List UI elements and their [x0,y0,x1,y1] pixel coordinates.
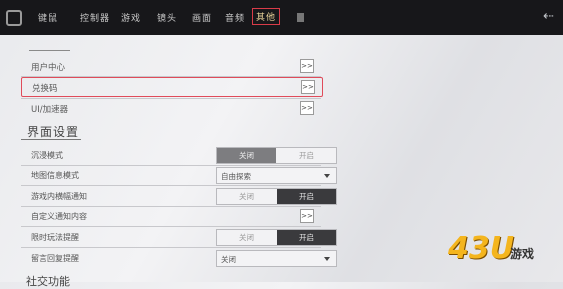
redeem-code-row[interactable]: 兑换码 >> [21,77,323,97]
tab-audio[interactable]: 音频 [225,11,245,24]
tab-game[interactable]: 游戏 [121,11,141,24]
map-info-mode-label: 地图信息模式 [31,171,79,180]
section-divider [29,50,70,51]
toggle-off-option[interactable]: 关闭 [217,189,276,204]
toggle-on-option[interactable]: 开启 [277,148,336,163]
user-center-row[interactable]: 用户中心 >> [21,57,321,75]
tab-keyboard-mouse[interactable]: 键鼠 [38,11,58,24]
select-value: 自由探索 [221,172,251,181]
message-reply-reminder-label: 留言回复提醒 [31,254,79,263]
custom-notification-arrow-button[interactable]: >> [300,209,314,223]
tab-other[interactable]: 其他 [252,8,281,25]
toggle-on-option[interactable]: 开启 [277,189,336,204]
banner-notification-label: 游戏内横幅通知 [31,192,87,201]
limited-event-reminder-row: 限时玩法提醒 关闭 开启 [21,228,337,246]
social-section-title: 社交功能 [26,275,70,288]
banner-notification-toggle[interactable]: 关闭 开启 [216,188,337,205]
redeem-code-arrow-button[interactable]: >> [301,80,315,94]
custom-notification-label: 自定义通知内容 [31,212,87,221]
tab-controller[interactable]: 控制器 [80,11,110,24]
user-center-arrow-button[interactable]: >> [300,59,314,73]
ui-accelerator-row[interactable]: UI/加速器 >> [21,99,321,117]
section-underline [21,139,81,140]
redeem-code-label: 兑换码 [32,84,58,94]
map-info-mode-row: 地图信息模式 自由探索 [21,166,337,184]
dropdown-arrow-icon [324,174,330,178]
tab-camera[interactable]: 镜头 [157,11,177,24]
custom-notification-row[interactable]: 自定义通知内容 >> [21,207,321,225]
watermark-logo: 43U [448,231,515,266]
select-value: 关闭 [221,255,236,264]
ui-accelerator-arrow-button[interactable]: >> [300,101,314,115]
immersive-mode-toggle[interactable]: 关闭 开启 [216,147,337,164]
row-divider [21,247,321,248]
banner-notification-row: 游戏内横幅通知 关闭 开启 [21,187,337,205]
user-center-label: 用户中心 [31,63,66,73]
dropdown-arrow-icon [324,257,330,261]
immersive-mode-label: 沉浸模式 [31,151,63,160]
ui-accelerator-label: UI/加速器 [31,105,69,115]
toggle-off-option[interactable]: 关闭 [217,230,276,245]
menu-icon[interactable] [6,10,22,26]
watermark-text: 游戏 [510,247,535,261]
row-divider [21,226,321,227]
tab-graphics[interactable]: 画面 [192,11,212,24]
toggle-on-option[interactable]: 开启 [277,230,336,245]
toggle-off-option[interactable]: 关闭 [217,148,276,163]
map-info-mode-select[interactable]: 自由探索 [216,167,337,184]
section-title: 界面设置 [27,125,80,139]
limited-event-reminder-toggle[interactable]: 关闭 开启 [216,229,337,246]
extra-tab-icon[interactable] [297,13,304,22]
back-arrow-icon[interactable]: ⇠ [543,9,554,24]
limited-event-reminder-label: 限时玩法提醒 [31,233,79,242]
immersive-mode-row: 沉浸模式 关闭 开启 [21,146,337,164]
top-navigation-bar: 键鼠 控制器 游戏 镜头 画面 音频 其他 ⇠ [0,0,563,35]
message-reply-reminder-select[interactable]: 关闭 [216,250,337,267]
message-reply-reminder-row: 留言回复提醒 关闭 [21,249,337,267]
row-divider [21,185,321,186]
